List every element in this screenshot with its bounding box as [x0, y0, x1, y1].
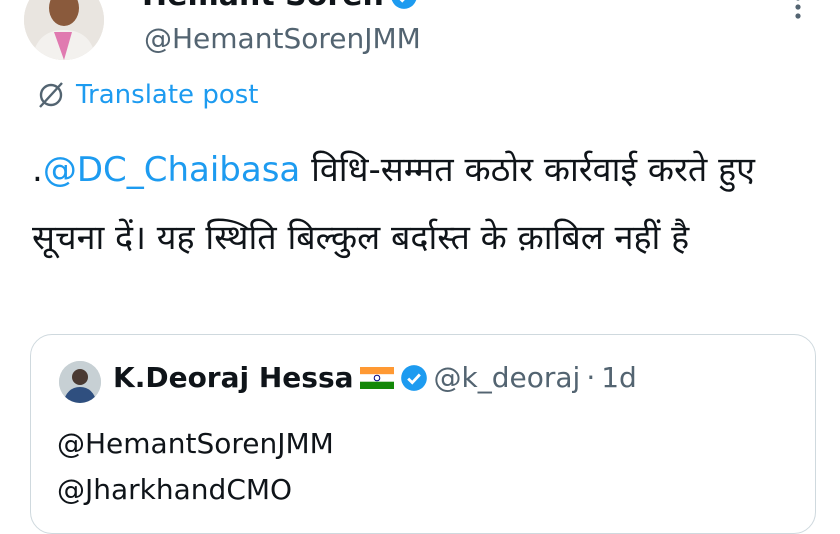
- verified-badge-icon: [391, 0, 416, 9]
- post-text: .@DC_Chaibasa विधि-सम्मत कठोर कार्रवाई क…: [32, 136, 792, 272]
- author-name-row[interactable]: Hemant Soren: [142, 0, 418, 13]
- quoted-handle[interactable]: @k_deoraj: [434, 361, 581, 394]
- more-options-icon[interactable]: [786, 0, 810, 30]
- translate-post-link[interactable]: Translate post: [36, 80, 258, 110]
- india-flag-icon: [359, 366, 394, 389]
- quoted-avatar[interactable]: [59, 361, 101, 403]
- author-avatar[interactable]: [24, 0, 104, 60]
- quoted-line-1: @HemantSorenJMM: [57, 427, 334, 460]
- quoted-line-2: @JharkhandCMO: [57, 473, 293, 506]
- quoted-header: K.Deoraj Hessa @k_deoraj · 1d: [113, 361, 637, 394]
- quoted-text: @HemantSorenJMM @JharkhandCMO: [57, 421, 334, 513]
- mention-link[interactable]: @DC_Chaibasa: [43, 150, 300, 190]
- quoted-post-card[interactable]: K.Deoraj Hessa @k_deoraj · 1d @HemantSor…: [30, 334, 816, 534]
- quoted-author-name[interactable]: K.Deoraj Hessa: [113, 361, 354, 394]
- author-name[interactable]: Hemant Soren: [142, 0, 384, 13]
- quoted-separator: ·: [586, 361, 596, 394]
- translate-label: Translate post: [76, 80, 259, 110]
- quoted-timestamp[interactable]: 1d: [601, 361, 637, 394]
- post-prefix: .: [32, 150, 43, 190]
- translate-icon: [39, 82, 63, 108]
- quoted-avatar-image: [59, 361, 101, 403]
- verified-badge-icon: [400, 364, 427, 391]
- author-avatar-image: [24, 0, 104, 60]
- author-handle[interactable]: @HemantSorenJMM: [144, 22, 421, 55]
